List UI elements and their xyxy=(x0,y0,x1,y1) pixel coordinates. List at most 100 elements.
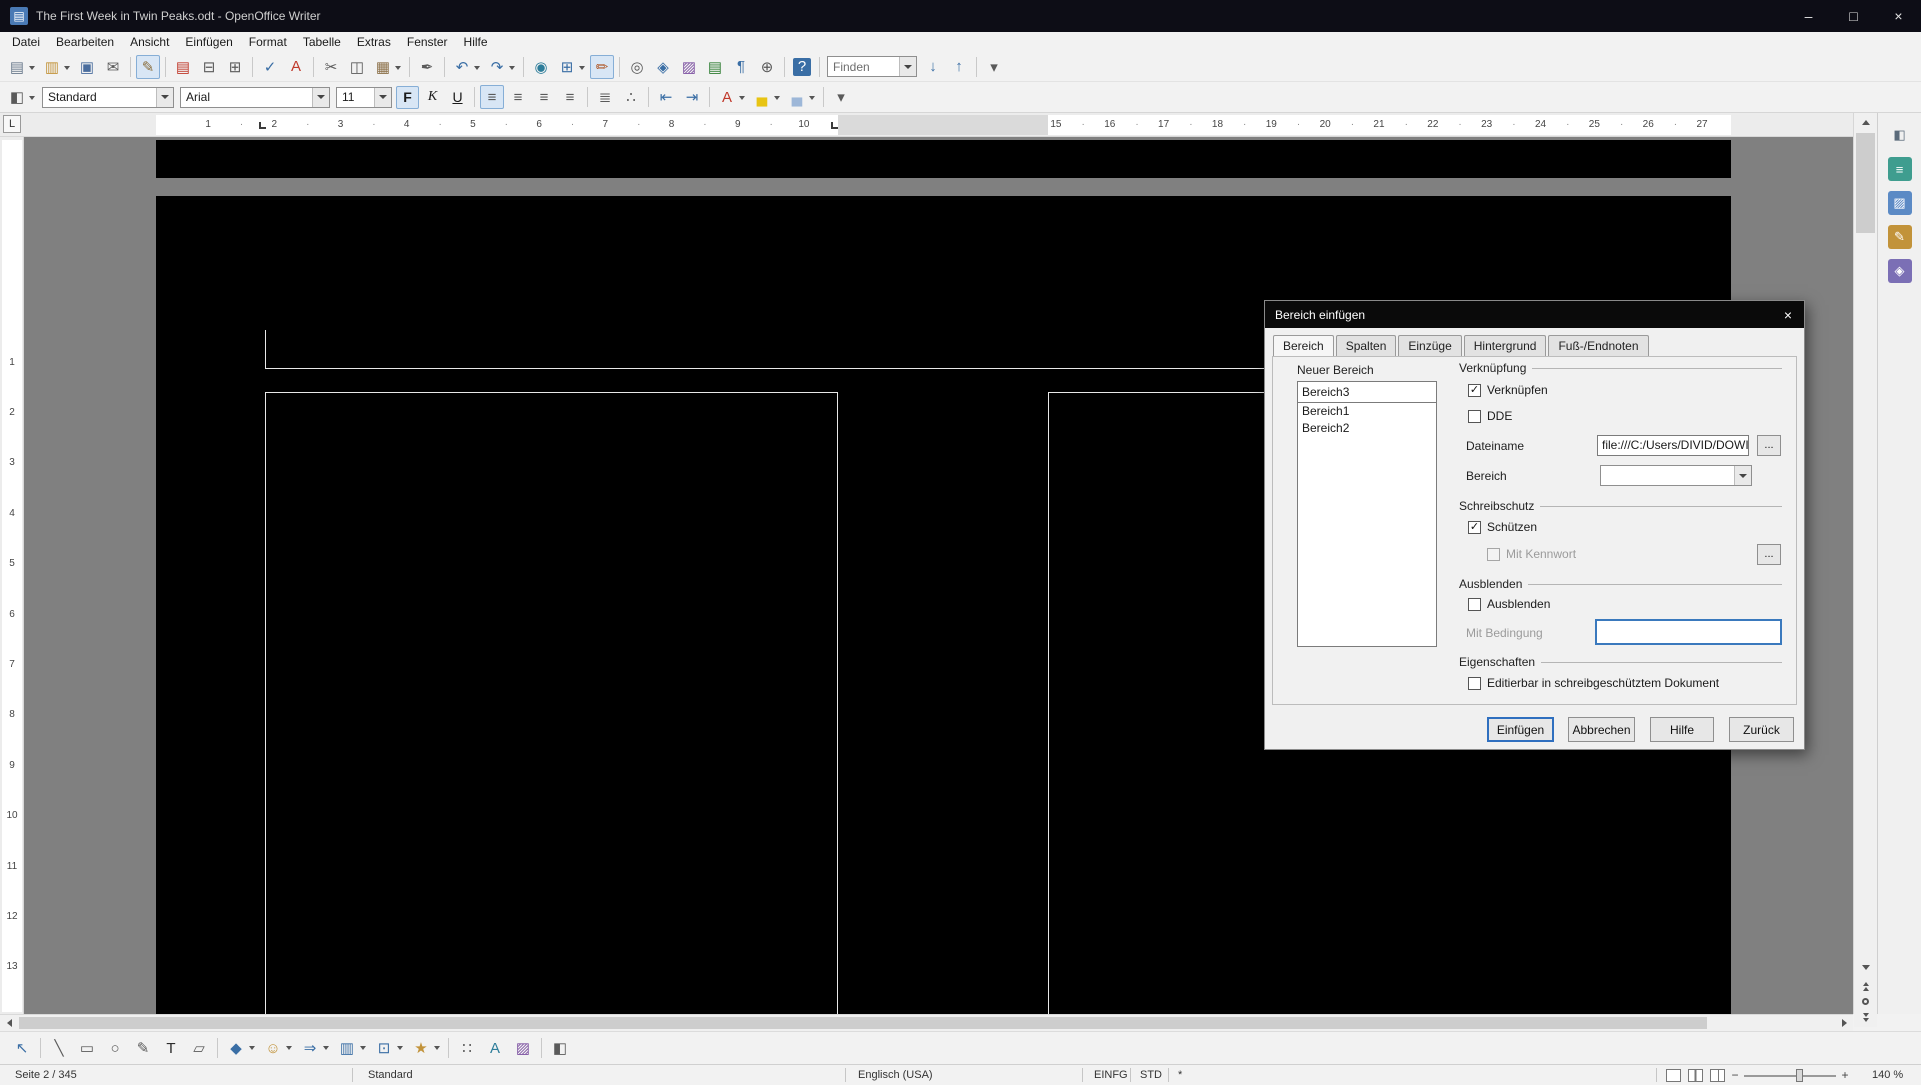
protect-checkbox[interactable]: Schützen xyxy=(1468,520,1537,534)
scroll-right-button[interactable] xyxy=(1836,1015,1853,1031)
spellcheck-icon[interactable]: ✓ xyxy=(258,55,282,79)
find-replace-icon[interactable]: ◎ xyxy=(625,55,649,79)
tab-stop-marker[interactable] xyxy=(259,122,266,129)
scroll-left-button[interactable] xyxy=(0,1015,17,1031)
menu-hilfe[interactable]: Hilfe xyxy=(456,33,496,51)
dropdown-icon[interactable] xyxy=(156,88,173,107)
vertical-scroll-thumb[interactable] xyxy=(1856,133,1875,233)
checkbox-box[interactable] xyxy=(1468,598,1481,611)
navigation-button[interactable] xyxy=(1854,993,1877,1010)
horizontal-ruler[interactable]: L 12345678910 15161718192021222324252627 xyxy=(0,113,1853,137)
basic-shapes-icon[interactable]: ◆ xyxy=(223,1035,258,1061)
symbol-shapes-icon[interactable]: ☺ xyxy=(260,1035,295,1061)
styles-icon[interactable]: ✎ xyxy=(1888,225,1912,249)
data-sources-icon[interactable]: ▤ xyxy=(703,55,727,79)
fontwork-icon[interactable]: A xyxy=(482,1035,508,1061)
previous-page-button[interactable] xyxy=(1854,976,1877,993)
language-indicator[interactable]: Englisch (USA) xyxy=(858,1069,933,1081)
menu-extras[interactable]: Extras xyxy=(349,33,399,51)
numbered-list-icon[interactable]: ≣ xyxy=(593,85,617,109)
zoom-level-indicator[interactable]: 140 % xyxy=(1872,1069,1903,1081)
zoom-in-button[interactable]: + xyxy=(1838,1067,1852,1083)
tab-type-button[interactable]: L xyxy=(3,115,21,133)
export-pdf-icon[interactable]: ▤ xyxy=(171,55,195,79)
section-combobox[interactable] xyxy=(1600,465,1752,486)
cut-icon[interactable]: ✂ xyxy=(319,55,343,79)
insert-button[interactable]: Einfügen xyxy=(1487,717,1554,742)
dropdown-icon[interactable] xyxy=(312,88,329,107)
find-input[interactable]: Finden xyxy=(828,60,899,74)
extrusion-icon[interactable]: ◧ xyxy=(547,1035,573,1061)
tab-stop-marker[interactable] xyxy=(831,122,838,129)
menu-bearbeiten[interactable]: Bearbeiten xyxy=(48,33,122,51)
page-style-indicator[interactable]: Standard xyxy=(368,1069,413,1081)
vertical-ruler[interactable]: 12345678910111213 xyxy=(0,137,24,1014)
checkbox-box[interactable] xyxy=(1468,410,1481,423)
dde-checkbox[interactable]: DDE xyxy=(1468,409,1512,423)
editable-checkbox[interactable]: Editierbar in schreibgeschütztem Dokumen… xyxy=(1468,676,1719,690)
insert-mode-indicator[interactable]: EINFG xyxy=(1094,1069,1128,1081)
checkbox-box[interactable] xyxy=(1468,677,1481,690)
paste-icon[interactable]: ▦ xyxy=(371,55,404,79)
print-icon[interactable]: ⊟ xyxy=(197,55,221,79)
menu-einfuegen[interactable]: Einfügen xyxy=(177,33,240,51)
properties-icon[interactable]: ≡ xyxy=(1888,157,1912,181)
find-combobox[interactable]: Finden xyxy=(827,56,917,77)
filename-input[interactable]: file:///C:/Users/DIVID/DOWI xyxy=(1597,435,1749,456)
dropdown-icon[interactable] xyxy=(899,57,916,76)
font-color-icon[interactable]: A xyxy=(715,85,748,109)
sidebar-toggle-icon[interactable]: ◧ xyxy=(1888,123,1912,147)
align-right-icon[interactable]: ≡ xyxy=(532,85,556,109)
undo-icon[interactable]: ↶ xyxy=(450,55,483,79)
back-button[interactable]: Zurück xyxy=(1729,717,1794,742)
background-color-icon[interactable]: ▄ xyxy=(785,85,818,109)
align-left-icon[interactable]: ≡ xyxy=(480,85,504,109)
font-name-combobox[interactable]: Arial xyxy=(180,87,330,108)
tab-bereich[interactable]: Bereich xyxy=(1273,335,1334,358)
line-icon[interactable]: ╲ xyxy=(46,1035,72,1061)
gallery-icon[interactable]: ▨ xyxy=(677,55,701,79)
freeform-line-icon[interactable]: ✎ xyxy=(130,1035,156,1061)
stars-icon[interactable]: ★ xyxy=(408,1035,443,1061)
tab-hintergrund[interactable]: Hintergrund xyxy=(1464,335,1547,357)
condition-input[interactable] xyxy=(1596,620,1781,644)
help-button[interactable]: Hilfe xyxy=(1650,717,1714,742)
paragraph-style-combobox[interactable]: Standard xyxy=(42,87,174,108)
section-list-item[interactable]: Bereich1 xyxy=(1298,403,1436,420)
single-page-view-button[interactable] xyxy=(1666,1069,1681,1082)
styles-window-icon[interactable]: ◧ xyxy=(5,85,38,109)
menu-datei[interactable]: Datei xyxy=(4,33,48,51)
navigator-icon[interactable]: ◈ xyxy=(651,55,675,79)
italic-button[interactable]: K xyxy=(421,86,444,109)
font-size-value[interactable]: 11 xyxy=(337,90,374,104)
section-listbox[interactable]: Bereich1Bereich2 xyxy=(1297,402,1437,647)
horizontal-scrollbar[interactable] xyxy=(0,1014,1853,1031)
toolbar-options-icon[interactable]: ▾ xyxy=(829,85,853,109)
tab-einzuege[interactable]: Einzüge xyxy=(1398,335,1461,357)
next-page-button[interactable] xyxy=(1854,1010,1877,1027)
gallery-icon[interactable]: ▨ xyxy=(1888,191,1912,215)
page-indicator[interactable]: Seite 2 / 345 xyxy=(15,1069,77,1081)
text-box-icon[interactable]: T xyxy=(158,1035,184,1061)
link-checkbox[interactable]: Verknüpfen xyxy=(1468,383,1548,397)
checkbox-box[interactable] xyxy=(1487,548,1500,561)
copy-icon[interactable]: ◫ xyxy=(345,55,369,79)
hide-checkbox[interactable]: Ausblenden xyxy=(1468,597,1550,611)
password-checkbox[interactable]: Mit Kennwort xyxy=(1487,547,1576,561)
menu-fenster[interactable]: Fenster xyxy=(399,33,456,51)
points-icon[interactable]: ∷ xyxy=(454,1035,480,1061)
minimize-button[interactable]: – xyxy=(1786,0,1831,32)
maximize-button[interactable]: □ xyxy=(1831,0,1876,32)
navigator-icon[interactable]: ◈ xyxy=(1888,259,1912,283)
cancel-button[interactable]: Abbrechen xyxy=(1568,717,1635,742)
paragraph-style-value[interactable]: Standard xyxy=(43,90,156,104)
checkbox-box[interactable] xyxy=(1468,521,1481,534)
close-button[interactable]: × xyxy=(1876,0,1921,32)
multi-page-view-button[interactable] xyxy=(1688,1069,1703,1082)
hyperlink-icon[interactable]: ◉ xyxy=(529,55,553,79)
password-browse-button[interactable]: ... xyxy=(1757,544,1781,565)
menu-tabelle[interactable]: Tabelle xyxy=(295,33,349,51)
zoom-track[interactable] xyxy=(1744,1075,1836,1077)
ellipse-icon[interactable]: ○ xyxy=(102,1035,128,1061)
checkbox-box[interactable] xyxy=(1468,384,1481,397)
